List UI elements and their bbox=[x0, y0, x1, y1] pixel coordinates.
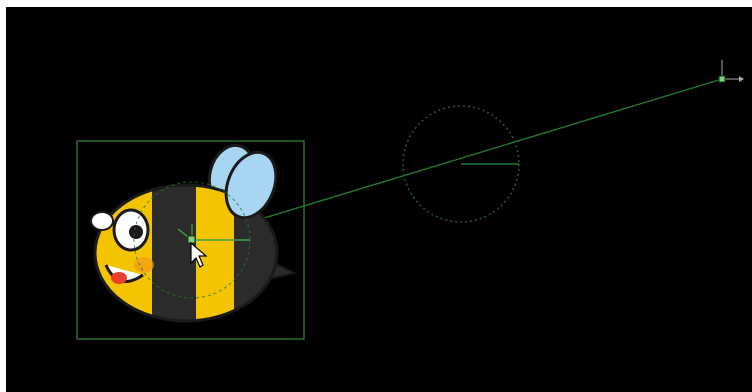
target-point-icon[interactable] bbox=[718, 60, 744, 83]
canvas-svg bbox=[76, 60, 744, 340]
canvas-viewer[interactable] bbox=[6, 7, 752, 392]
rotation-guide-circle[interactable] bbox=[402, 105, 520, 223]
